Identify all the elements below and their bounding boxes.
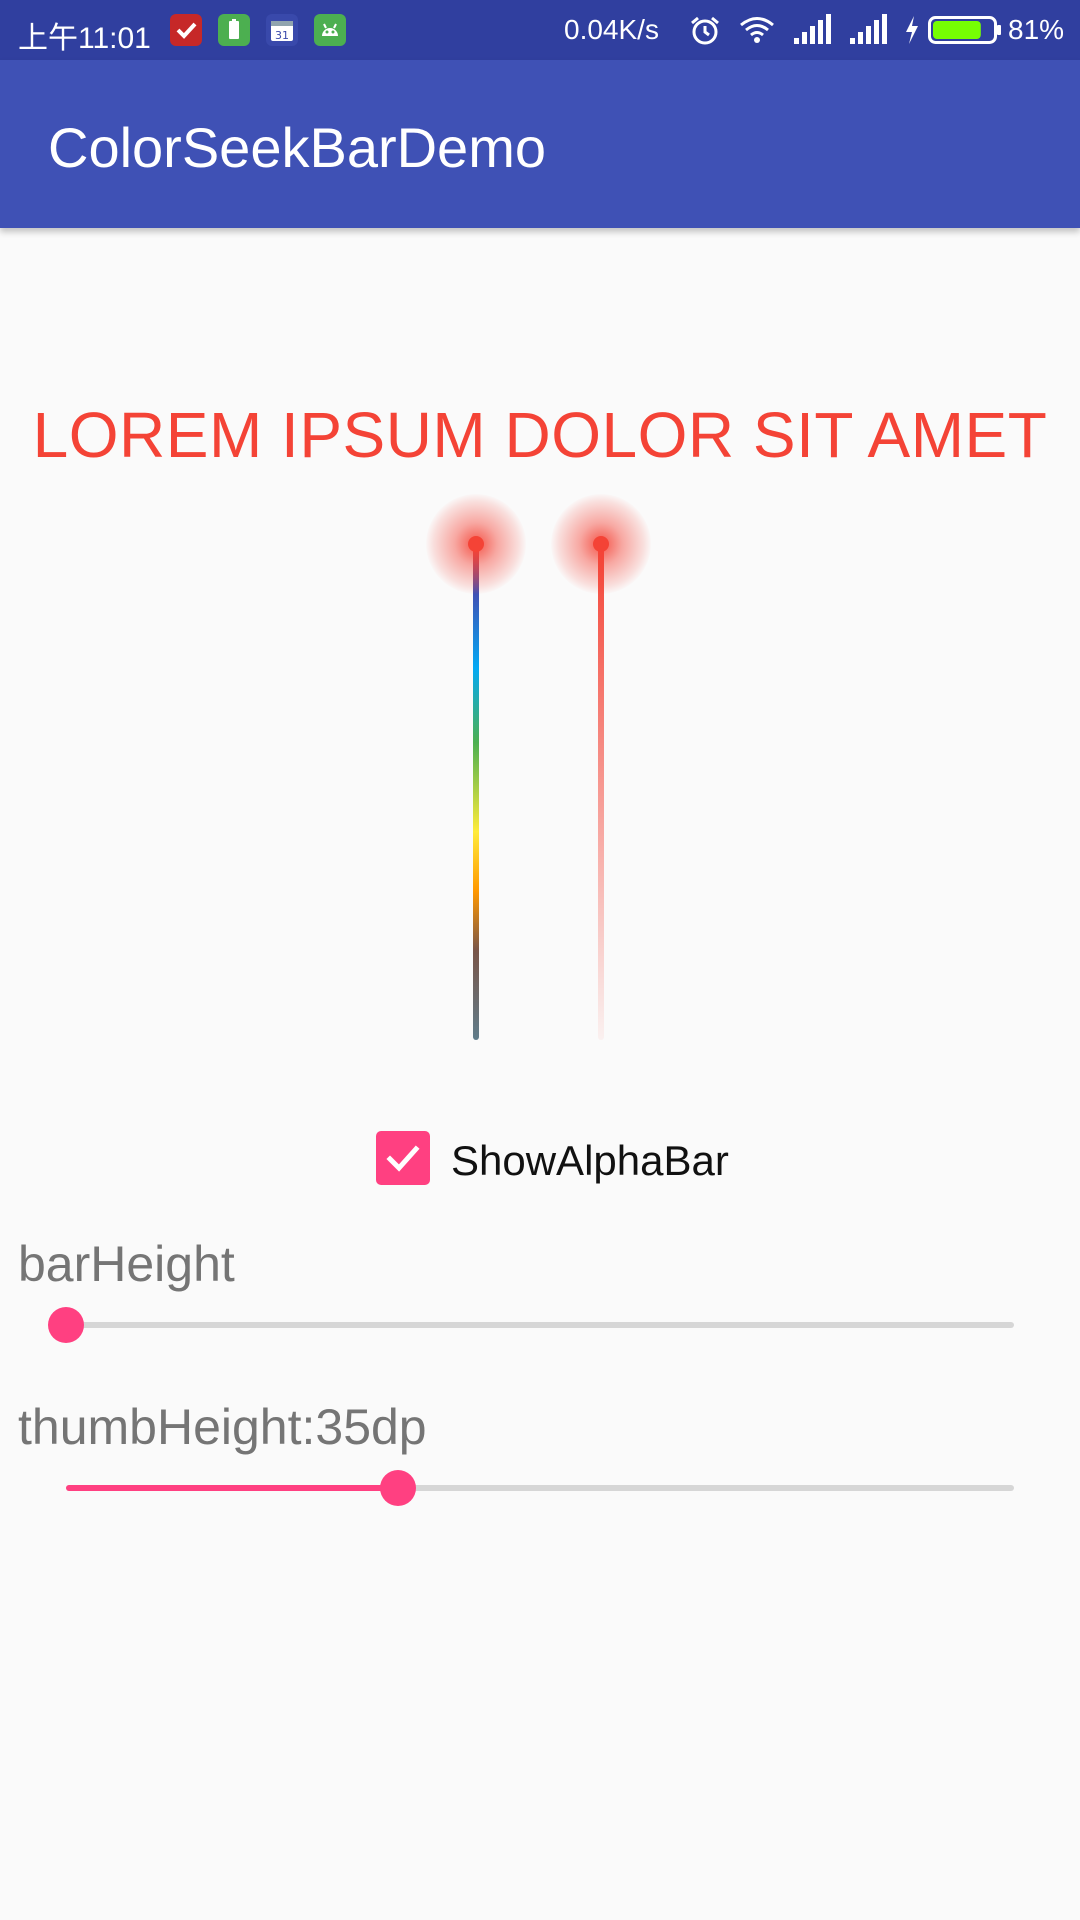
signal-icon bbox=[848, 14, 888, 51]
alarm-icon bbox=[688, 14, 722, 53]
thumb-height-slider[interactable] bbox=[66, 1470, 1014, 1506]
signal-icon bbox=[792, 14, 832, 51]
app-bar: ColorSeekBarDemo bbox=[0, 60, 1080, 228]
tasks-app-icon bbox=[170, 14, 202, 46]
preview-text: LOREM IPSUM DOLOR SIT AMET bbox=[32, 399, 1048, 471]
app-title: ColorSeekBarDemo bbox=[48, 116, 546, 179]
battery-icon bbox=[928, 16, 1002, 49]
calendar-app-icon: 31 bbox=[266, 14, 298, 46]
bar-height-label: barHeight bbox=[18, 1236, 235, 1292]
check-icon bbox=[386, 1145, 420, 1172]
thumb-height-slider-thumb[interactable] bbox=[379, 1470, 416, 1506]
alpha-seek-thumb-dot bbox=[593, 536, 609, 552]
wifi-icon bbox=[738, 14, 776, 51]
battery-app-icon bbox=[218, 14, 250, 46]
thumb-height-label: thumbHeight:35dp bbox=[18, 1399, 427, 1455]
color-seek-thumb-dot bbox=[468, 536, 484, 552]
android-app-icon bbox=[314, 14, 346, 46]
status-bar: 上午11:01 31 0.04K/s 81% bbox=[0, 0, 1080, 60]
bar-height-slider-thumb[interactable] bbox=[48, 1307, 84, 1343]
charging-icon bbox=[902, 14, 922, 51]
show-alpha-bar-checkbox[interactable] bbox=[376, 1131, 430, 1185]
status-time: 上午11:01 bbox=[18, 22, 151, 55]
calendar-day: 31 bbox=[275, 29, 289, 42]
thumb-height-slider-fill bbox=[66, 1485, 398, 1491]
show-alpha-bar-label: ShowAlphaBar bbox=[451, 1137, 729, 1184]
alpha-seek-bar[interactable] bbox=[598, 544, 604, 1040]
bar-height-slider[interactable] bbox=[48, 1307, 1014, 1343]
network-speed: 0.04K/s bbox=[564, 14, 659, 45]
battery-percent: 81% bbox=[1008, 14, 1065, 45]
color-seek-bar[interactable] bbox=[473, 544, 479, 1040]
